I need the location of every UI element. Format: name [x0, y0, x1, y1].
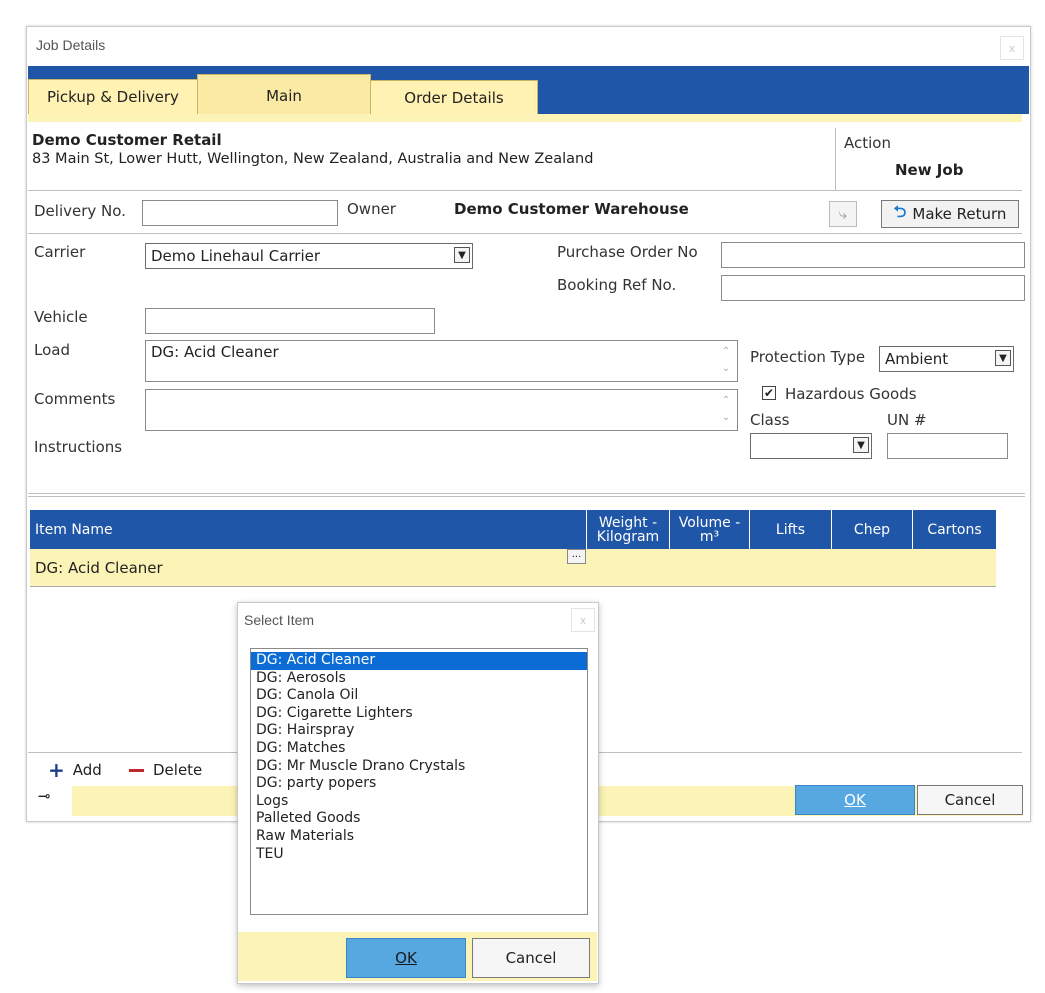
item-listbox[interactable]: DG: Acid Cleaner DG: Aerosols DG: Canola O…: [250, 648, 588, 915]
minus-icon: [129, 768, 144, 772]
make-return-label: Make Return: [912, 205, 1007, 223]
pin-icon[interactable]: ⊸: [38, 787, 51, 805]
un-input[interactable]: [887, 433, 1008, 459]
dialog-cancel-label: Cancel: [505, 949, 557, 967]
plus-icon: +: [48, 758, 65, 782]
action-label: Action: [844, 134, 891, 152]
close-icon: x: [1008, 41, 1016, 55]
column-weight[interactable]: Weight - Kilogram: [586, 510, 669, 549]
list-item[interactable]: DG: Acid Cleaner: [251, 652, 587, 670]
un-label: UN #: [887, 411, 927, 429]
add-button[interactable]: + Add: [48, 758, 102, 782]
action-value: New Job: [895, 161, 964, 179]
make-return-button[interactable]: ⮌ Make Return: [881, 200, 1019, 228]
column-volume[interactable]: Volume - m³: [669, 510, 749, 549]
check-icon: ✔: [763, 386, 775, 400]
hazardous-label: Hazardous Goods: [785, 385, 917, 403]
column-lifts[interactable]: Lifts: [749, 510, 831, 549]
load-scrollbar[interactable]: ⌃ ⌄: [719, 343, 733, 377]
tab-pickup-delivery[interactable]: Pickup & Delivery: [28, 79, 198, 114]
add-label: Add: [72, 761, 102, 779]
purchase-order-input[interactable]: [721, 242, 1025, 268]
owner-lookup-button[interactable]: ⤷: [829, 201, 857, 227]
close-icon: x: [579, 613, 587, 627]
dialog-close-button[interactable]: x: [571, 608, 595, 632]
list-items: DG: Acid Cleaner DG: Aerosols DG: Canola O…: [251, 649, 587, 863]
booking-ref-label: Booking Ref No.: [557, 276, 677, 294]
chevron-down-icon[interactable]: ▼: [454, 247, 470, 263]
class-label: Class: [750, 411, 790, 429]
list-item[interactable]: DG: party popers: [251, 775, 587, 793]
delete-label: Delete: [153, 761, 203, 779]
instructions-label: Instructions: [34, 438, 123, 456]
divider: [28, 190, 1022, 191]
dialog-ok-button[interactable]: OK: [346, 938, 466, 978]
owner-value: Demo Customer Warehouse: [454, 200, 689, 218]
comments-label: Comments: [34, 390, 116, 408]
items-grid-header: Item Name Weight - Kilogram Volume - m³ …: [30, 510, 996, 549]
customer-name: Demo Customer Retail: [32, 131, 222, 149]
dialog-title: Select Item: [244, 612, 315, 628]
load-label: Load: [34, 341, 70, 359]
load-value: DG: Acid Cleaner: [151, 343, 279, 361]
divider: [28, 233, 1022, 234]
ok-button[interactable]: OK: [795, 785, 915, 815]
vehicle-input[interactable]: [145, 308, 435, 334]
column-chep[interactable]: Chep: [831, 510, 912, 549]
table-row[interactable]: DG: Acid Cleaner ...: [30, 549, 996, 587]
protection-type-select[interactable]: Ambient ▼: [879, 346, 1014, 372]
list-item[interactable]: DG: Mr Muscle Drano Crystals: [251, 758, 587, 776]
carrier-select[interactable]: Demo Linehaul Carrier ▼: [145, 243, 473, 269]
carrier-label: Carrier: [34, 243, 86, 261]
vehicle-label: Vehicle: [34, 308, 88, 326]
carrier-value: Demo Linehaul Carrier: [151, 247, 321, 265]
item-name-cell[interactable]: DG: Acid Cleaner: [35, 559, 163, 577]
delivery-no-input[interactable]: [142, 200, 338, 226]
purchase-order-label: Purchase Order No: [557, 243, 698, 261]
column-cartons[interactable]: Cartons: [912, 510, 996, 549]
dialog-ok-label: OK: [395, 949, 417, 967]
splitter[interactable]: [28, 493, 1025, 497]
link-icon: ⤷: [838, 205, 848, 223]
owner-label: Owner: [347, 200, 396, 218]
chevron-down-icon[interactable]: ▼: [853, 437, 869, 453]
list-item[interactable]: Logs: [251, 793, 587, 811]
chevron-down-icon[interactable]: ▼: [995, 350, 1011, 366]
list-item[interactable]: DG: Aerosols: [251, 670, 587, 688]
tab-order-details[interactable]: Order Details: [370, 80, 538, 114]
list-item[interactable]: Raw Materials: [251, 828, 587, 846]
item-browse-button[interactable]: ...: [567, 549, 586, 564]
dialog-cancel-button[interactable]: Cancel: [472, 938, 590, 978]
window-close-button[interactable]: x: [1000, 36, 1024, 60]
column-item-name[interactable]: Item Name: [30, 510, 586, 549]
cancel-button[interactable]: Cancel: [917, 785, 1023, 815]
cancel-label: Cancel: [944, 791, 996, 809]
return-arrow-icon: ⮌: [893, 201, 907, 221]
load-textarea[interactable]: DG: Acid Cleaner ⌃ ⌄: [145, 340, 738, 382]
list-item[interactable]: DG: Hairspray: [251, 722, 587, 740]
list-item[interactable]: DG: Canola Oil: [251, 687, 587, 705]
protection-type-label: Protection Type: [750, 348, 866, 366]
tab-main[interactable]: Main: [197, 74, 371, 116]
class-select[interactable]: ▼: [750, 433, 872, 459]
protection-type-value: Ambient: [885, 350, 949, 368]
hazardous-checkbox[interactable]: ✔: [762, 386, 776, 400]
window-title: Job Details: [36, 37, 106, 53]
list-item[interactable]: TEU: [251, 846, 587, 864]
list-item[interactable]: DG: Cigarette Lighters: [251, 705, 587, 723]
delivery-no-label: Delivery No.: [34, 202, 126, 220]
comments-scrollbar[interactable]: ⌃ ⌄: [719, 392, 733, 426]
list-item[interactable]: Palleted Goods: [251, 810, 587, 828]
booking-ref-input[interactable]: [721, 275, 1025, 301]
tab-content-strip: [28, 114, 1022, 122]
list-item[interactable]: DG: Matches: [251, 740, 587, 758]
delete-button[interactable]: Delete: [129, 761, 202, 779]
action-divider: [835, 128, 836, 190]
ok-label: OK: [844, 791, 866, 809]
customer-address: 83 Main St, Lower Hutt, Wellington, New …: [32, 151, 594, 167]
comments-textarea[interactable]: ⌃ ⌄: [145, 389, 738, 431]
